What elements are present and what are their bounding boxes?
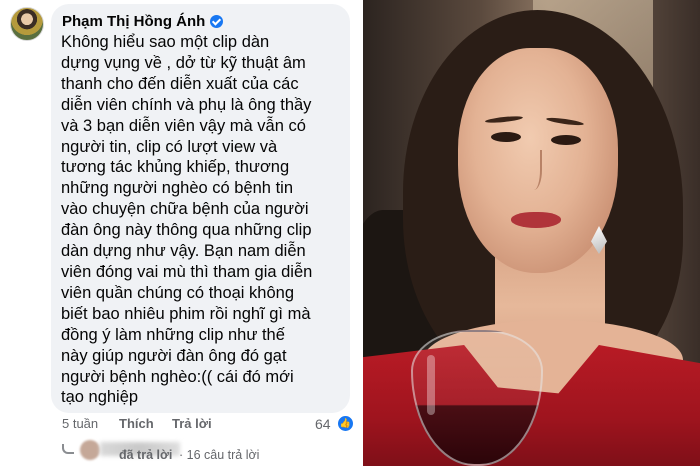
nose xyxy=(526,150,542,190)
comment-line: người tin, clip có lượt view và xyxy=(61,137,278,156)
comment-line: những người nghèo có bệnh tin xyxy=(61,179,293,198)
comment-line: viên đóng vai mù thì tham gia diễn xyxy=(61,262,313,281)
glass-reflection xyxy=(427,355,435,415)
comment-line: dựng vụng về , dở từ kỹ thuật âm xyxy=(61,53,306,72)
left-eye xyxy=(491,132,521,142)
comment-author-row: Phạm Thị Hồng Ánh xyxy=(62,12,224,30)
replier-avatar-blurred xyxy=(80,440,100,460)
comment-line: người bệnh nghèo:(( cái đó mới xyxy=(61,367,294,386)
right-eye xyxy=(551,135,581,145)
comment-line: tương tác khủng khiếp, thương xyxy=(61,158,290,177)
comment-line: viên quần chúng có thoại không xyxy=(61,283,295,302)
comment-line: Không hiểu sao một clip dàn xyxy=(61,33,270,51)
comment-panel: Phạm Thị Hồng Ánh Không hiểu sao một cli… xyxy=(0,0,357,466)
comment-line: biết bao nhiêu phim rồi nghĩ gì mà xyxy=(61,304,311,323)
comment-line: đàn ông này thông qua những clip xyxy=(61,221,312,240)
replied-label[interactable]: đã trả lời xyxy=(119,448,172,462)
avatar[interactable] xyxy=(10,7,44,41)
reply-button[interactable]: Trả lời xyxy=(172,416,212,431)
reply-count[interactable]: · 16 câu trả lời xyxy=(179,448,259,462)
comment-line: và 3 bạn diễn viên vậy mà vẫn có xyxy=(61,116,306,135)
comment-author-name[interactable]: Phạm Thị Hồng Ánh xyxy=(62,13,205,30)
comment-actions: 5 tuần Thích Trả lời 64 👍 xyxy=(62,416,357,434)
replies-row[interactable]: đã trả lời · 16 câu trả lời xyxy=(62,440,352,466)
like-icon[interactable]: 👍 xyxy=(338,416,353,431)
comment-timestamp[interactable]: 5 tuần xyxy=(62,416,98,431)
comment-line: dàn dựng như vậy. Bạn nam diễn xyxy=(61,242,306,261)
comment-line: vào chuyện chữa bệnh của người xyxy=(61,200,309,219)
reaction-count[interactable]: 64 xyxy=(315,416,331,432)
reply-arrow-icon xyxy=(62,444,74,454)
comment-text: Không hiểu sao một clip dàn dựng vụng về… xyxy=(61,32,347,408)
actress-photo xyxy=(363,0,700,466)
lips xyxy=(511,212,561,228)
comment-line: đồng ý làm những clip như thế xyxy=(61,325,285,344)
comment-line: thanh cho đến diễn xuất của các xyxy=(61,74,299,93)
comment-line: diễn viên chính và phụ là ông thầy xyxy=(61,95,312,114)
comment-line: tạo nghiệp xyxy=(61,388,139,407)
verified-badge-icon xyxy=(210,14,224,28)
comment-line: này giúp người đàn ông đó gạt xyxy=(61,346,287,365)
like-button[interactable]: Thích xyxy=(119,416,154,431)
